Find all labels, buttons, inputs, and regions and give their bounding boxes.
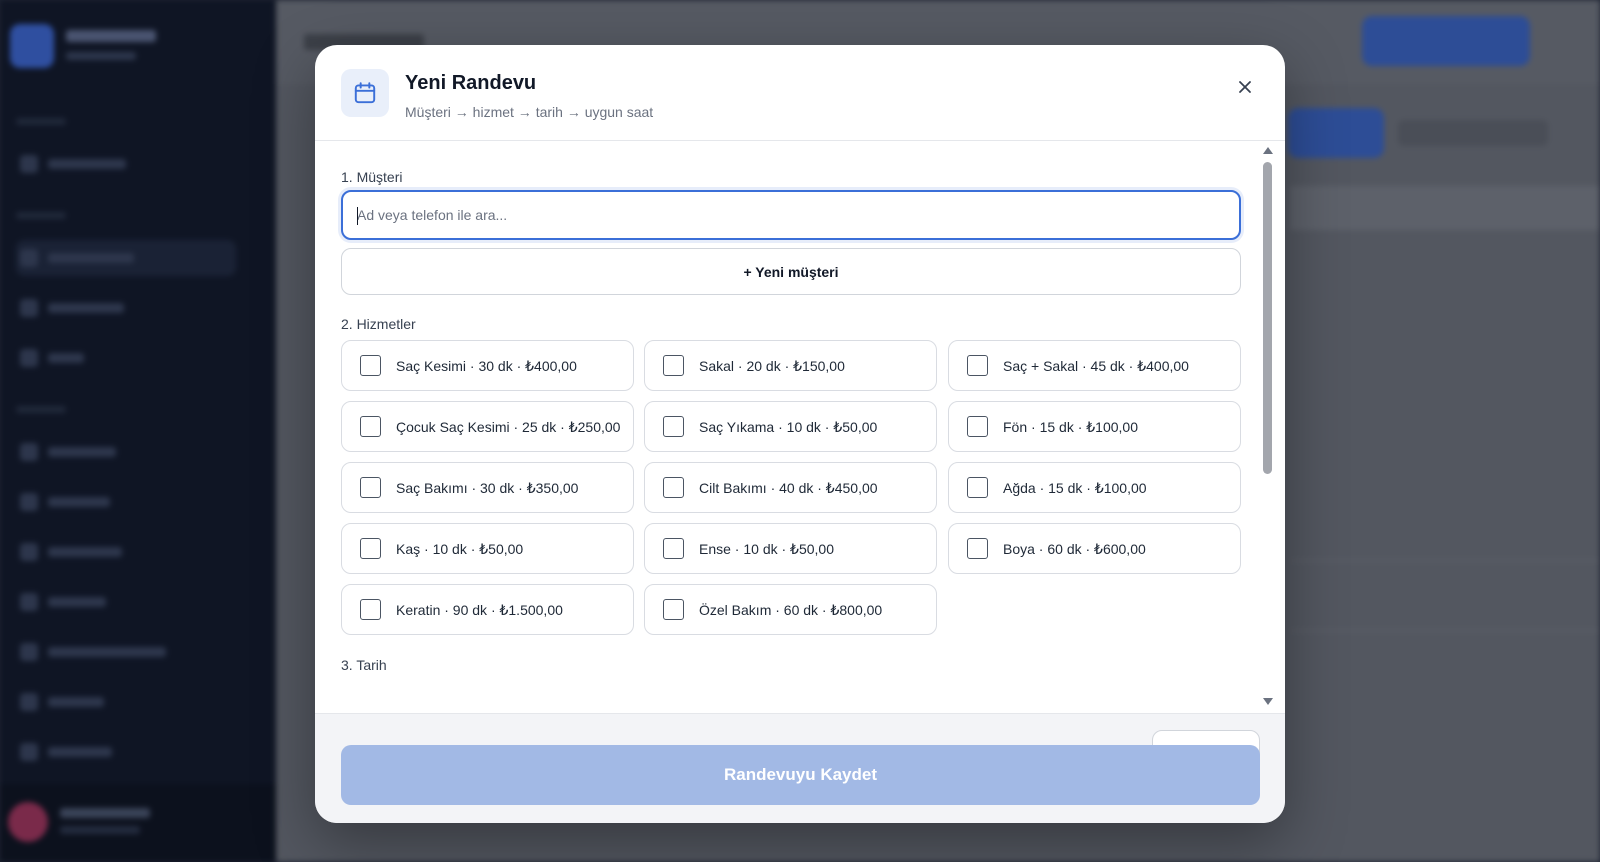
brand-name [66, 30, 156, 42]
service-label: Ağda · 15 dk · ₺100,00 [1003, 480, 1147, 496]
customer-search-field[interactable] [341, 190, 1241, 240]
service-option[interactable]: Kaş · 10 dk · ₺50,00 [341, 523, 634, 574]
sidebar-section-caption [16, 212, 66, 219]
service-label: Keratin · 90 dk · ₺1.500,00 [396, 602, 563, 618]
checkbox[interactable] [663, 355, 684, 376]
service-option[interactable]: Çocuk Saç Kesimi · 25 dk · ₺250,00 [341, 401, 634, 452]
service-label: Saç Bakımı · 30 dk · ₺350,00 [396, 480, 579, 496]
checkbox[interactable] [663, 538, 684, 559]
service-label: Saç Kesimi · 30 dk · ₺400,00 [396, 358, 577, 374]
services-section-label: 2. Hizmetler [341, 316, 416, 332]
service-label: Saç + Sakal · 45 dk · ₺400,00 [1003, 358, 1189, 374]
sidebar-item [16, 634, 236, 670]
date-section-label: 3. Tarih [341, 657, 387, 673]
checkbox[interactable] [663, 477, 684, 498]
sidebar-item [16, 584, 236, 620]
chip-placeholder [1398, 120, 1548, 146]
avatar [8, 802, 48, 842]
scroll-up-arrow-icon[interactable] [1263, 147, 1273, 154]
checkbox[interactable] [360, 477, 381, 498]
customer-search-input[interactable] [357, 192, 1217, 238]
secondary-button-placeholder [1288, 108, 1384, 158]
checkbox[interactable] [360, 416, 381, 437]
service-option[interactable]: Cilt Bakımı · 40 dk · ₺450,00 [644, 462, 937, 513]
modal-subtitle: Müşteri → hizmet → tarih → uygun saat [405, 104, 654, 120]
service-label: Kaş · 10 dk · ₺50,00 [396, 541, 524, 557]
scroll-down-arrow-icon[interactable] [1263, 698, 1273, 705]
sidebar-item [16, 534, 236, 570]
close-icon[interactable] [1231, 73, 1259, 101]
sidebar-item [16, 734, 236, 770]
sidebar-section-caption [16, 406, 66, 413]
checkbox[interactable] [663, 599, 684, 620]
checkbox[interactable] [360, 538, 381, 559]
service-label: Çocuk Saç Kesimi · 25 dk · ₺250,00 [396, 419, 621, 435]
sidebar-item [16, 484, 236, 520]
primary-button-placeholder [1362, 16, 1530, 66]
sidebar-item [16, 340, 236, 376]
checkbox[interactable] [967, 538, 988, 559]
service-label: Boya · 60 dk · ₺600,00 [1003, 541, 1146, 557]
service-label: Sakal · 20 dk · ₺150,00 [699, 358, 845, 374]
service-option[interactable]: Boya · 60 dk · ₺600,00 [948, 523, 1241, 574]
save-appointment-button[interactable]: Randevuyu Kaydet [341, 745, 1260, 805]
customer-section-label: 1. Müşteri [341, 169, 403, 185]
service-label: Özel Bakım · 60 dk · ₺800,00 [699, 602, 883, 618]
sidebar-item [16, 684, 236, 720]
service-label: Saç Yıkama · 10 dk · ₺50,00 [699, 419, 878, 435]
sidebar-item [16, 290, 236, 326]
divider [1290, 630, 1600, 631]
service-label: Ense · 10 dk · ₺50,00 [699, 541, 834, 557]
calendar-icon [341, 69, 389, 117]
divider [1290, 560, 1600, 561]
sidebar-item-active [16, 240, 236, 276]
modal-title: Yeni Randevu [405, 72, 537, 94]
sidebar-item [16, 434, 236, 470]
sidebar-user [0, 784, 276, 862]
scrollbar-thumb[interactable] [1263, 162, 1272, 474]
service-option[interactable]: Keratin · 90 dk · ₺1.500,00 [341, 584, 634, 635]
sidebar-item [16, 146, 236, 182]
new-appointment-modal: Yeni Randevu Müşteri → hizmet → tarih → … [315, 45, 1285, 823]
modal-scrollbar[interactable] [1261, 142, 1275, 713]
service-option[interactable]: Ense · 10 dk · ₺50,00 [644, 523, 937, 574]
modal-body[interactable]: 1. Müşteri + Yeni müşteri 2. Hizmetler S… [315, 142, 1285, 713]
checkbox[interactable] [360, 355, 381, 376]
brand-subtitle [66, 52, 136, 60]
checkbox[interactable] [967, 416, 988, 437]
service-option[interactable]: Saç Bakımı · 30 dk · ₺350,00 [341, 462, 634, 513]
service-label: Cilt Bakımı · 40 dk · ₺450,00 [699, 480, 878, 496]
service-option[interactable]: Ağda · 15 dk · ₺100,00 [948, 462, 1241, 513]
brand-logo [10, 24, 54, 68]
service-option[interactable]: Sakal · 20 dk · ₺150,00 [644, 340, 937, 391]
service-option[interactable]: Saç + Sakal · 45 dk · ₺400,00 [948, 340, 1241, 391]
service-option[interactable]: Özel Bakım · 60 dk · ₺800,00 [644, 584, 937, 635]
checkbox[interactable] [967, 477, 988, 498]
sidebar-section-caption [16, 118, 66, 125]
text-caret [357, 207, 358, 225]
new-customer-button[interactable]: + Yeni müşteri [341, 248, 1241, 295]
checkbox[interactable] [663, 416, 684, 437]
service-option[interactable]: Saç Kesimi · 30 dk · ₺400,00 [341, 340, 634, 391]
sidebar [0, 0, 276, 862]
modal-header: Yeni Randevu Müşteri → hizmet → tarih → … [315, 45, 1285, 141]
panel-placeholder [1290, 186, 1600, 230]
service-option[interactable]: Saç Yıkama · 10 dk · ₺50,00 [644, 401, 937, 452]
service-option[interactable]: Fön · 15 dk · ₺100,00 [948, 401, 1241, 452]
service-label: Fön · 15 dk · ₺100,00 [1003, 419, 1138, 435]
checkbox[interactable] [360, 599, 381, 620]
checkbox[interactable] [967, 355, 988, 376]
